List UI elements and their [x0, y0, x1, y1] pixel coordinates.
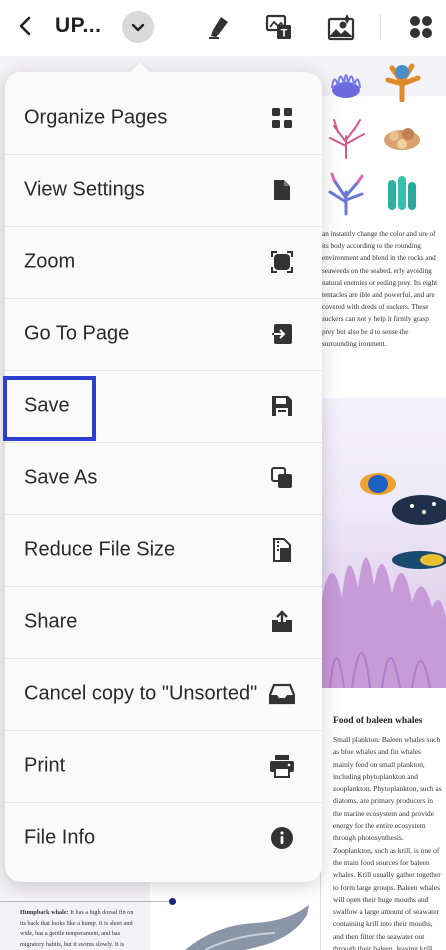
section-heading: Food of baleen whales	[333, 716, 423, 726]
save-highlight-box	[3, 376, 96, 441]
menu-item-save-as[interactable]: Save As	[5, 442, 322, 514]
image-edit-icon[interactable]	[326, 12, 356, 42]
menu-item-label: Go To Page	[24, 322, 130, 345]
file-icon	[269, 177, 295, 203]
menu-item-label: Print	[24, 754, 66, 777]
toolbar-separator	[380, 14, 381, 40]
menu-item-print[interactable]: Print	[5, 730, 322, 802]
svg-text:T: T	[281, 28, 288, 40]
share-icon	[269, 609, 295, 635]
print-icon	[269, 753, 295, 779]
menu-item-label: File Info	[24, 826, 96, 849]
menu-item-label: Share	[24, 610, 78, 633]
chevron-down-icon[interactable]	[122, 11, 154, 43]
zoom-frame-icon	[269, 249, 295, 275]
compress-icon	[269, 537, 295, 563]
menu-item-label: Save As	[24, 466, 98, 489]
grid-icon	[269, 105, 295, 131]
menu-item-label: Reduce File Size	[24, 538, 176, 561]
menu-item-file-info[interactable]: File Info	[5, 802, 322, 874]
go-to-page-icon	[269, 321, 295, 347]
menu-item-label: View Settings	[24, 178, 145, 201]
body-paragraph: an instantly change the color and ure of…	[322, 230, 438, 348]
document-title: UP...	[55, 14, 102, 37]
menu-item-organize-pages[interactable]: Organize Pages	[5, 82, 322, 154]
coral-image	[384, 128, 420, 150]
menu-item-zoom[interactable]: Zoom	[5, 226, 322, 298]
coral-image	[328, 172, 364, 216]
divider-line	[0, 901, 170, 902]
highlighter-icon[interactable]	[204, 12, 234, 42]
humpback-label: Humpback whale:	[20, 909, 69, 916]
timeline-dot	[169, 898, 176, 905]
copy-icon	[269, 465, 295, 491]
humpback-paragraph: Humpback whale: It has a high dorsal fin…	[20, 908, 135, 950]
section-paragraph: Small plankton: Baleen whales such as bl…	[333, 735, 442, 950]
info-icon	[269, 825, 295, 851]
inbox-icon	[269, 681, 295, 707]
coral-image	[388, 176, 416, 210]
menu-item-cancel-copy[interactable]: Cancel copy to "Unsorted"	[5, 658, 322, 730]
menu-item-view-settings[interactable]: View Settings	[5, 154, 322, 226]
coral-image	[329, 119, 365, 159]
menu-item-label: Organize Pages	[24, 106, 168, 129]
menu-item-go-to-page[interactable]: Go To Page	[5, 298, 322, 370]
save-icon	[269, 393, 295, 419]
apps-icon[interactable]	[406, 12, 436, 42]
overflow-menu: Organize Pages View Settings Zoom Go To …	[5, 62, 322, 882]
sea-illustration	[322, 398, 446, 689]
coral-image	[331, 74, 361, 98]
menu-item-label: Cancel copy to "Unsorted"	[24, 682, 258, 705]
menu-item-reduce-file-size[interactable]: Reduce File Size	[5, 514, 322, 586]
text-image-icon[interactable]: T	[264, 12, 294, 42]
top-toolbar: UP... T	[0, 0, 446, 56]
whale-illustration	[185, 905, 309, 950]
menu-item-share[interactable]: Share	[5, 586, 322, 658]
back-icon[interactable]	[12, 12, 40, 40]
coral-image	[385, 63, 421, 102]
menu-item-label: Zoom	[24, 250, 76, 273]
